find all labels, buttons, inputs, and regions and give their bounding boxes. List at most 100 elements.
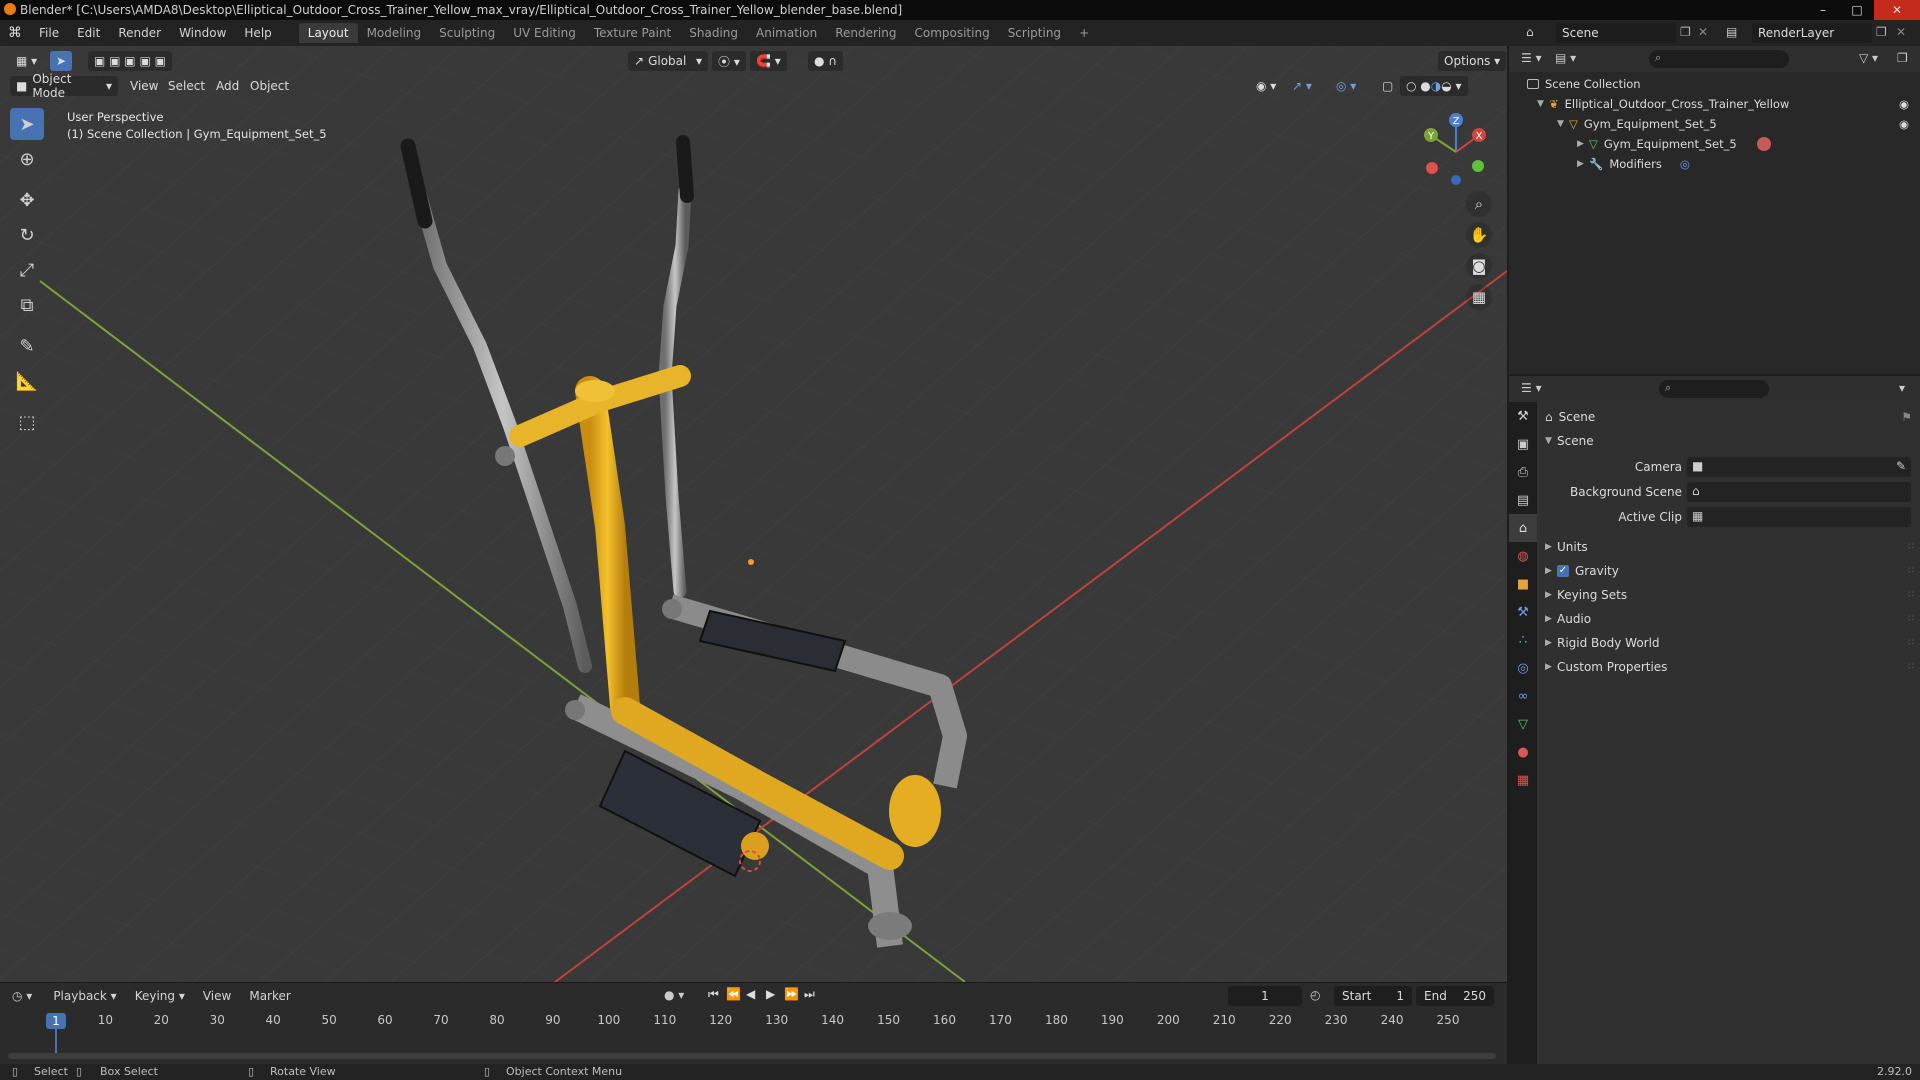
timeline-scrollbar[interactable]: [8, 1053, 1496, 1059]
outliner-item-object[interactable]: ▼ ▽ Gym_Equipment_Set_5 ◉: [1557, 114, 1909, 134]
active-clip-field[interactable]: ▦: [1687, 507, 1911, 527]
menu-playback[interactable]: Playback ▾: [44, 983, 125, 1009]
snap-icon[interactable]: 🧲 ▾: [750, 51, 787, 71]
maximize-button[interactable]: □: [1840, 0, 1874, 20]
units-panel[interactable]: ▶ Units ∷: [1537, 536, 1920, 558]
outliner-item-modifiers[interactable]: ▶ 🔧 Modifiers ◎: [1577, 154, 1690, 174]
measure-tool-icon[interactable]: 📐: [10, 365, 44, 397]
material-tab-icon[interactable]: ●: [1509, 738, 1537, 766]
preview-range-icon[interactable]: ◴: [1310, 988, 1320, 1002]
gizmo-toggle-icon[interactable]: ↗ ▾: [1286, 76, 1318, 96]
scene-selector[interactable]: Scene: [1556, 23, 1676, 43]
drag-handle-icon[interactable]: ∷: [1908, 566, 1914, 576]
select-box-tool-icon[interactable]: ➤: [10, 108, 44, 140]
outliner-scene-collection[interactable]: Scene Collection: [1527, 74, 1641, 94]
proportional-edit-icon[interactable]: ● ∩: [808, 51, 844, 71]
ortho-grid-icon[interactable]: ▦: [1466, 284, 1492, 310]
jump-start-icon[interactable]: ⏮: [708, 987, 719, 1002]
new-collection-icon[interactable]: ❐: [1897, 51, 1908, 65]
timeline-ruler[interactable]: 1102030405060708090100110120130140150160…: [0, 1011, 1507, 1031]
expand-icon[interactable]: ▼: [1557, 119, 1569, 129]
menu-window[interactable]: Window: [170, 20, 235, 46]
editor-type-icon[interactable]: ▦ ▾: [10, 51, 43, 71]
menu-help[interactable]: Help: [235, 20, 280, 46]
drag-handle-icon[interactable]: ∷: [1908, 614, 1914, 624]
new-view-layer-icon[interactable]: ❐: [1876, 25, 1887, 39]
expand-icon[interactable]: ▶: [1577, 159, 1589, 169]
display-mode-icon[interactable]: ▤ ▾: [1555, 51, 1576, 65]
camera-field[interactable]: ■ ✎: [1687, 457, 1911, 477]
transform-tool-icon[interactable]: ⧉: [10, 289, 44, 321]
visibility-icon[interactable]: ◉ ▾: [1250, 76, 1282, 96]
tab-layout[interactable]: Layout: [298, 23, 358, 43]
xray-toggle-icon[interactable]: ▢: [1376, 76, 1399, 96]
cursor-tool-icon[interactable]: ⊕: [10, 143, 44, 175]
record-icon[interactable]: ● ▾: [664, 988, 684, 1002]
keying-sets-panel[interactable]: ▶ Keying Sets ∷: [1537, 584, 1920, 606]
menu-object[interactable]: Object: [244, 76, 295, 96]
menu-add[interactable]: Add: [210, 76, 245, 96]
pan-hand-icon[interactable]: ✋: [1466, 222, 1492, 248]
audio-panel[interactable]: ▶ Audio ∷: [1537, 608, 1920, 630]
background-scene-field[interactable]: ⌂: [1687, 482, 1911, 502]
drag-handle-icon[interactable]: ∷: [1908, 638, 1914, 648]
data-tab-icon[interactable]: ▽: [1509, 710, 1537, 738]
minimize-button[interactable]: –: [1806, 0, 1840, 20]
play-icon[interactable]: ▶: [766, 987, 775, 1001]
tab-texture-paint[interactable]: Texture Paint: [585, 23, 680, 43]
rigid-body-world-panel[interactable]: ▶ Rigid Body World ∷: [1537, 632, 1920, 654]
tab-compositing[interactable]: Compositing: [905, 23, 998, 43]
outliner-search-input[interactable]: ⌕: [1649, 50, 1789, 68]
tab-scripting[interactable]: Scripting: [999, 23, 1070, 43]
eyedropper-icon[interactable]: ✎: [1896, 459, 1906, 473]
menu-select[interactable]: Select: [162, 76, 211, 96]
scene-panel-header[interactable]: ▼ Scene: [1537, 430, 1920, 452]
tab-rendering[interactable]: Rendering: [826, 23, 905, 43]
outliner-editor-icon[interactable]: ☰ ▾: [1521, 51, 1542, 65]
close-button[interactable]: ✕: [1874, 0, 1920, 20]
drag-handle-icon[interactable]: ∷: [1908, 590, 1914, 600]
constraints-tab-icon[interactable]: ∞: [1509, 682, 1537, 710]
menu-keying[interactable]: Keying ▾: [126, 983, 194, 1009]
menu-file[interactable]: File: [30, 20, 68, 46]
zoom-icon[interactable]: ⌕: [1466, 191, 1492, 217]
outliner-item-collection[interactable]: ▼ ❦ Elliptical_Outdoor_Cross_Trainer_Yel…: [1537, 94, 1909, 114]
particles-tab-icon[interactable]: ∴: [1509, 626, 1537, 654]
rotate-tool-icon[interactable]: ↻: [10, 219, 44, 251]
tab-animation[interactable]: Animation: [747, 23, 826, 43]
select-mode-icons[interactable]: ▣ ▣ ▣ ▣ ▣: [88, 51, 172, 71]
gravity-checkbox[interactable]: ✓: [1557, 565, 1569, 577]
texture-tab-icon[interactable]: ▦: [1509, 766, 1537, 794]
timeline-editor-icon[interactable]: ◷ ▾: [12, 989, 32, 1003]
visibility-eye-icon[interactable]: ◉: [1899, 97, 1909, 111]
view-layer-selector[interactable]: RenderLayer: [1752, 23, 1872, 43]
physics-tab-icon[interactable]: ◎: [1509, 654, 1537, 682]
blender-menu-icon[interactable]: ⌘: [0, 20, 30, 46]
camera-view-icon[interactable]: ◙: [1466, 253, 1492, 279]
select-tool-icon[interactable]: ➤: [50, 51, 73, 71]
object-tab-icon[interactable]: ■: [1509, 570, 1537, 598]
tool-tab-icon[interactable]: ⚒: [1509, 402, 1537, 430]
new-scene-icon[interactable]: ❐: [1680, 25, 1691, 39]
mode-dropdown[interactable]: ■ Object Mode ▾: [10, 72, 118, 100]
custom-properties-panel[interactable]: ▶ Custom Properties ∷: [1537, 656, 1920, 678]
menu-render[interactable]: Render: [109, 20, 170, 46]
start-frame-field[interactable]: Start 1: [1334, 986, 1412, 1006]
filter-icon[interactable]: ▽ ▾: [1859, 51, 1878, 65]
menu-view[interactable]: View: [124, 76, 164, 96]
render-tab-icon[interactable]: ▣: [1509, 430, 1537, 458]
end-frame-field[interactable]: End 250: [1416, 986, 1494, 1006]
pin-icon[interactable]: ⚑: [1901, 410, 1912, 424]
world-tab-icon[interactable]: ◍: [1509, 542, 1537, 570]
delete-view-layer-icon[interactable]: ✕: [1896, 25, 1906, 39]
shading-modes-icons[interactable]: ○ ● ◑ ◒ ▾: [1400, 76, 1468, 96]
expand-icon[interactable]: ▶: [1577, 139, 1589, 149]
view-layer-tab-icon[interactable]: ▤: [1509, 486, 1537, 514]
play-reverse-icon[interactable]: ◀: [746, 987, 755, 1001]
tab-uv-editing[interactable]: UV Editing: [504, 23, 585, 43]
pivot-point-icon[interactable]: ⦿ ▾: [712, 51, 746, 71]
transform-orientation-dropdown[interactable]: ↗ Global ▾: [628, 51, 708, 71]
overlay-toggle-icon[interactable]: ◎ ▾: [1330, 76, 1362, 96]
expand-icon[interactable]: ▼: [1537, 99, 1549, 109]
tab-shading[interactable]: Shading: [680, 23, 747, 43]
